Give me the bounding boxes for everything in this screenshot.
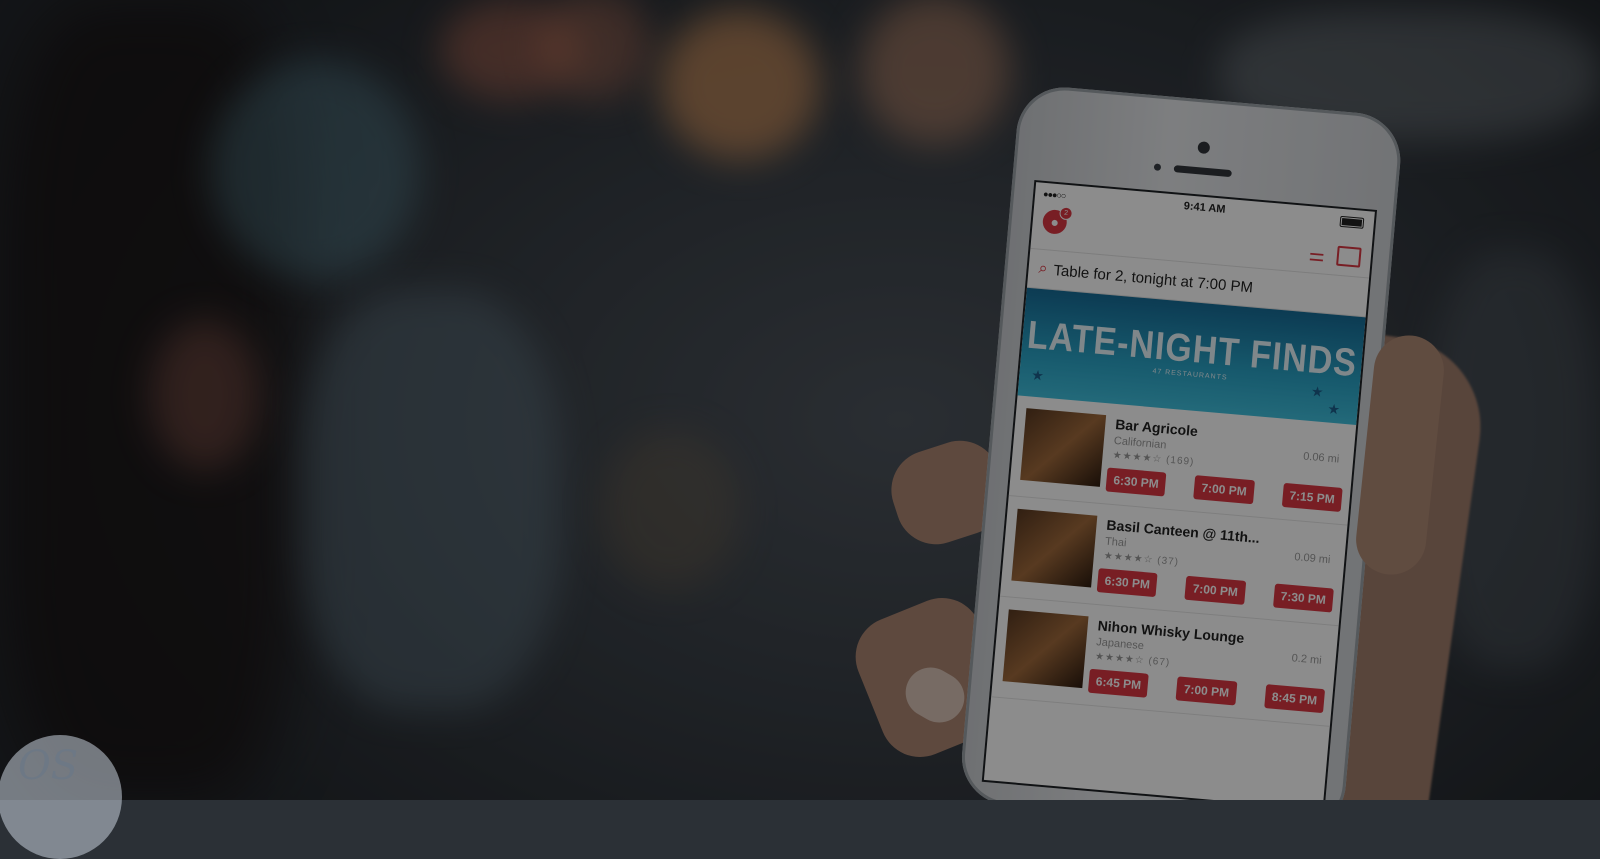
search-icon: ⌕ xyxy=(1037,259,1049,278)
restaurant-cuisine: Californian xyxy=(1113,434,1167,452)
time-slot-button[interactable]: 8:45 PM xyxy=(1263,684,1326,714)
notification-badge: 2 xyxy=(1059,206,1074,221)
filter-icon[interactable]: ⚌ xyxy=(1308,244,1326,266)
map-icon[interactable] xyxy=(1336,245,1362,268)
time-slot-button[interactable]: 6:30 PM xyxy=(1096,568,1158,598)
restaurant-distance: 0.2 mi xyxy=(1291,652,1323,667)
restaurant-cuisine: Thai xyxy=(1104,535,1127,550)
star-icon: ★ xyxy=(1310,382,1325,400)
speaker-grille xyxy=(1173,165,1232,178)
photo-scene: ●●●○○ 9:41 AM ● 2 ⚌ ⌕ Table for 2, tonig… xyxy=(0,0,1600,800)
restaurant-photo xyxy=(1020,408,1107,487)
bokeh-light xyxy=(300,290,560,710)
bokeh-light xyxy=(540,0,650,100)
bokeh-light xyxy=(210,60,420,280)
sensor xyxy=(1153,163,1162,171)
site-logo: OS xyxy=(0,735,122,859)
rating-stars: ★★★★☆ (169) xyxy=(1112,449,1195,468)
rating-stars: ★★★★☆ (67) xyxy=(1094,651,1171,669)
bokeh-light xyxy=(860,0,1010,145)
phone-screen: ●●●○○ 9:41 AM ● 2 ⚌ ⌕ Table for 2, tonig… xyxy=(981,179,1378,800)
restaurant-distance: 0.06 mi xyxy=(1302,450,1340,466)
camera-icon xyxy=(1197,141,1211,155)
restaurant-cuisine: Japanese xyxy=(1095,636,1145,653)
time-slot-button[interactable]: 7:00 PM xyxy=(1184,575,1246,605)
time-slots: 6:45 PM 7:00 PM 8:45 PM xyxy=(1087,668,1326,714)
time-slot-button[interactable]: 7:15 PM xyxy=(1281,482,1343,512)
battery-icon xyxy=(1339,215,1365,229)
rating-stars: ★★★★☆ (37) xyxy=(1103,550,1180,569)
time-slot-button[interactable]: 7:00 PM xyxy=(1175,676,1238,706)
restaurant-name: Basil Canteen @ 11th... xyxy=(1105,516,1261,546)
time-slot-button[interactable]: 7:30 PM xyxy=(1272,583,1334,613)
time-slot-button[interactable]: 6:30 PM xyxy=(1105,467,1167,497)
bokeh-light xyxy=(600,430,740,590)
time-slot-button[interactable]: 7:00 PM xyxy=(1193,475,1255,505)
bokeh-light xyxy=(150,320,260,470)
time-slots: 6:30 PM 7:00 PM 7:15 PM xyxy=(1105,467,1343,512)
time-slot-button[interactable]: 6:45 PM xyxy=(1087,668,1150,698)
phone-body: ●●●○○ 9:41 AM ● 2 ⚌ ⌕ Table for 2, tonig… xyxy=(957,83,1405,800)
time-slots: 6:30 PM 7:00 PM 7:30 PM xyxy=(1096,568,1334,613)
restaurant-distance: 0.09 mi xyxy=(1293,551,1331,567)
restaurant-photo xyxy=(1002,609,1089,689)
restaurant-photo xyxy=(1011,508,1098,588)
star-icon: ★ xyxy=(1326,400,1341,418)
star-icon: ★ xyxy=(1030,366,1045,384)
phone: ●●●○○ 9:41 AM ● 2 ⚌ ⌕ Table for 2, tonig… xyxy=(957,83,1405,800)
bokeh-light xyxy=(660,10,820,160)
